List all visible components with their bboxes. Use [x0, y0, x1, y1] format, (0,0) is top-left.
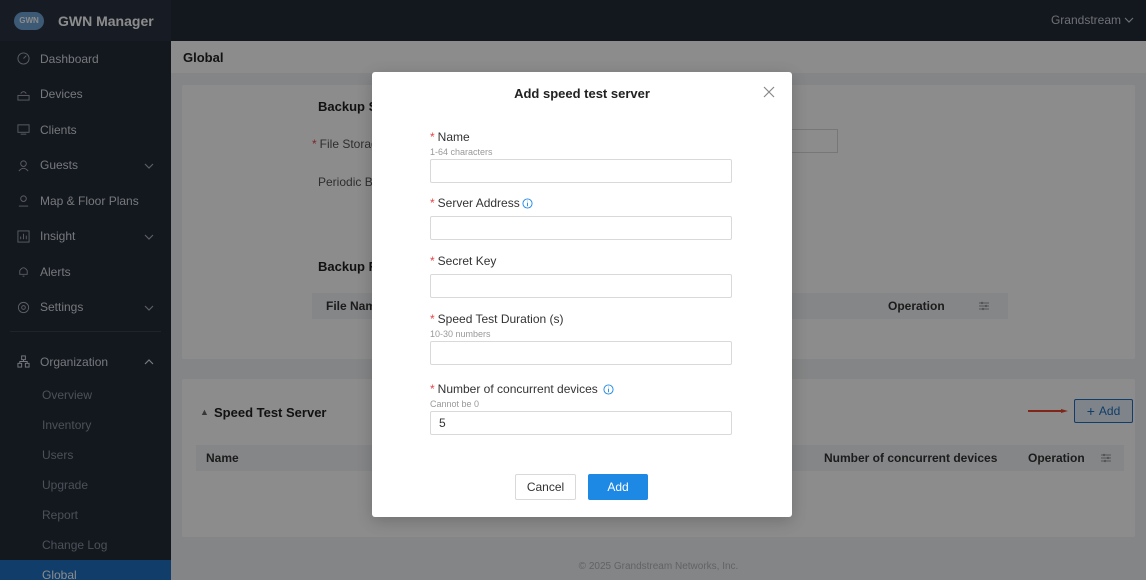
name-input[interactable]	[430, 159, 732, 183]
name-field: * Name 1-64 characters	[430, 130, 732, 183]
speed-test-duration-hint: 10-30 numbers	[430, 329, 491, 339]
name-label: * Name	[430, 130, 470, 144]
modal-title: Add speed test server	[514, 86, 650, 101]
concurrent-devices-input[interactable]: 5	[430, 411, 732, 435]
cancel-button[interactable]: Cancel	[515, 474, 576, 500]
secret-key-field: * Secret Key	[430, 254, 732, 298]
secret-key-input[interactable]	[430, 274, 732, 298]
add-button[interactable]: Add	[588, 474, 648, 500]
speed-test-duration-field: * Speed Test Duration (s) 10-30 numbers	[430, 312, 732, 365]
close-icon[interactable]	[762, 85, 776, 99]
info-icon[interactable]	[603, 383, 614, 395]
server-address-field: * Server Address	[430, 196, 732, 240]
server-address-label: * Server Address	[430, 196, 732, 210]
speed-test-duration-label: * Speed Test Duration (s)	[430, 312, 564, 326]
concurrent-devices-label: * Number of concurrent devices	[430, 382, 732, 396]
secret-key-label: * Secret Key	[430, 254, 497, 268]
info-icon[interactable]	[522, 197, 533, 209]
name-hint: 1-64 characters	[430, 147, 493, 157]
concurrent-devices-field: * Number of concurrent devices Cannot be …	[430, 382, 732, 435]
speed-test-duration-input[interactable]	[430, 341, 732, 365]
concurrent-devices-hint: Cannot be 0	[430, 399, 480, 409]
add-speed-test-server-modal: Add speed test server * Name 1-64 charact…	[372, 72, 792, 517]
server-address-input[interactable]	[430, 216, 732, 240]
